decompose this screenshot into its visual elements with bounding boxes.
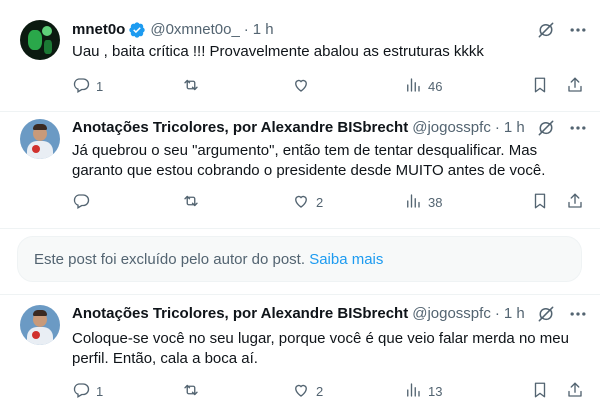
- like-count: 2: [316, 383, 324, 399]
- share-button[interactable]: [566, 381, 584, 401]
- author-handle[interactable]: @jogosspfc: [412, 304, 491, 324]
- reply-button[interactable]: 1: [72, 76, 103, 96]
- like-icon: [292, 381, 310, 402]
- views-button[interactable]: 46: [404, 76, 442, 96]
- reply-count: 1: [96, 78, 104, 94]
- grok-icon[interactable]: [536, 304, 556, 324]
- bookmark-button[interactable]: [531, 192, 549, 212]
- views-count: 38: [428, 194, 443, 210]
- post-text: Uau , baita crítica !!! Provavelmente ab…: [72, 43, 484, 60]
- avatar[interactable]: [20, 119, 60, 159]
- views-count: 13: [428, 383, 443, 399]
- post-time[interactable]: 1 h: [253, 20, 274, 40]
- like-button[interactable]: [292, 76, 316, 96]
- author-name[interactable]: Anotações Tricolores, por Alexandre BISb…: [72, 304, 408, 324]
- action-bar: 2 38: [64, 192, 588, 212]
- divider: [0, 111, 600, 112]
- repost-button[interactable]: [182, 381, 206, 401]
- like-button[interactable]: 2: [292, 381, 323, 401]
- share-button[interactable]: [566, 76, 584, 96]
- bookmark-button[interactable]: [531, 381, 549, 401]
- author-handle[interactable]: @0xmnet0o_: [150, 20, 239, 40]
- action-bar: 1 2 13: [64, 381, 588, 401]
- separator-dot: ·: [494, 305, 500, 322]
- more-dots-icon[interactable]: [568, 304, 588, 324]
- bookmark-icon: [531, 381, 549, 402]
- share-icon: [566, 76, 584, 97]
- grok-icon[interactable]: [536, 118, 556, 138]
- repost-icon: [182, 76, 200, 97]
- divider: [0, 294, 600, 295]
- divider: [0, 228, 600, 229]
- grok-icon[interactable]: [536, 20, 556, 40]
- separator-dot: ·: [494, 119, 500, 136]
- bookmark-icon: [531, 192, 549, 213]
- avatar[interactable]: [20, 20, 60, 60]
- post-text: Coloque-se você no seu lugar, porque voc…: [72, 330, 569, 367]
- author-name[interactable]: Anotações Tricolores, por Alexandre BISb…: [72, 118, 408, 138]
- repost-button[interactable]: [182, 192, 206, 212]
- more-dots-icon[interactable]: [568, 20, 588, 40]
- bookmark-button[interactable]: [531, 76, 549, 96]
- like-count: 2: [316, 194, 324, 210]
- post-time[interactable]: 1 h: [504, 304, 525, 324]
- separator-dot: ·: [243, 21, 249, 38]
- reply-icon: [72, 192, 90, 213]
- views-icon: [404, 76, 422, 97]
- views-button[interactable]: 38: [404, 192, 442, 212]
- post-header: Anotações Tricolores, por Alexandre BISb…: [72, 118, 525, 138]
- post-header: mnet0o @0xmnet0o_ · 1 h: [72, 20, 274, 40]
- like-icon: [292, 192, 310, 213]
- share-button[interactable]: [566, 192, 584, 212]
- like-icon: [292, 76, 310, 97]
- views-icon: [404, 192, 422, 213]
- verified-badge-icon: [128, 21, 146, 39]
- like-button[interactable]: 2: [292, 192, 323, 212]
- reply-icon: [72, 76, 90, 97]
- repost-button[interactable]: [182, 76, 206, 96]
- author-handle[interactable]: @jogosspfc: [412, 118, 491, 138]
- reply-icon: [72, 381, 90, 402]
- more-dots-icon[interactable]: [568, 118, 588, 138]
- repost-icon: [182, 192, 200, 213]
- author-name[interactable]: mnet0o: [72, 20, 125, 40]
- share-icon: [566, 192, 584, 213]
- reply-button[interactable]: 1: [72, 381, 103, 401]
- share-icon: [566, 381, 584, 402]
- deleted-post-text: Este post foi excluído pelo autor do pos…: [34, 251, 306, 268]
- views-count: 46: [428, 78, 443, 94]
- reply-count: 1: [96, 383, 104, 399]
- deleted-post-notice: Este post foi excluído pelo autor do pos…: [17, 236, 582, 282]
- post-time[interactable]: 1 h: [504, 118, 525, 138]
- views-icon: [404, 381, 422, 402]
- learn-more-link[interactable]: Saiba mais: [309, 251, 383, 268]
- post-text: Já quebrou o seu "argumento", então tem …: [72, 142, 546, 179]
- avatar[interactable]: [20, 305, 60, 345]
- repost-icon: [182, 381, 200, 402]
- post-header: Anotações Tricolores, por Alexandre BISb…: [72, 304, 525, 324]
- reply-button[interactable]: [72, 192, 96, 212]
- views-button[interactable]: 13: [404, 381, 442, 401]
- action-bar: 1 46: [64, 76, 588, 96]
- bookmark-icon: [531, 76, 549, 97]
